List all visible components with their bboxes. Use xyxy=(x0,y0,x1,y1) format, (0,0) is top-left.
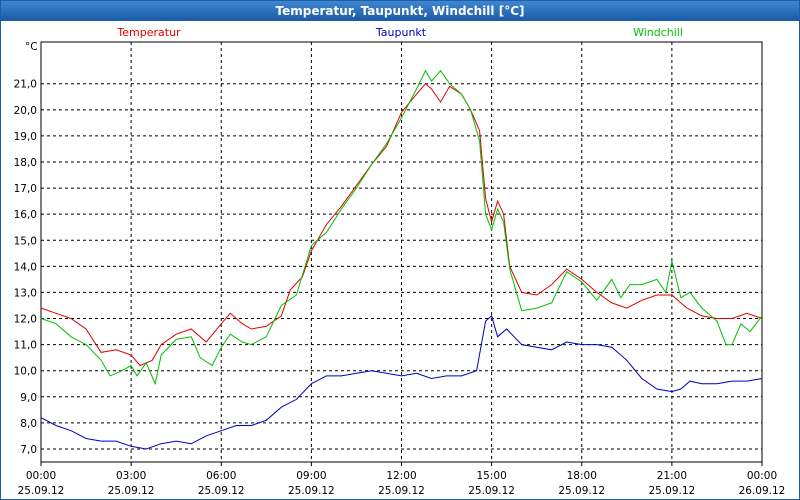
y-tick-label: 16,0 xyxy=(14,209,37,221)
x-tick-date: 25.09.12 xyxy=(108,485,155,497)
window-title: Temperatur, Taupunkt, Windchill [°C] xyxy=(1,1,799,21)
x-tick-date: 25.09.12 xyxy=(468,485,515,497)
y-tick-label: 8,0 xyxy=(20,418,37,430)
x-tick-time: 00:00 xyxy=(26,470,56,482)
x-tick-time: 15:00 xyxy=(476,470,506,482)
y-tick-label: 14,0 xyxy=(14,261,37,273)
y-tick-label: 9,0 xyxy=(20,392,37,404)
line-chart: °C 7,0 8,0 9,0 10,0 11,0 12,0 13,0 14,0 15,0 16,0… xyxy=(14,26,786,497)
legend: Temperatur Taupunkt Windchill xyxy=(116,26,683,39)
legend-taupunkt: Taupunkt xyxy=(375,26,427,39)
y-tick-label: 13,0 xyxy=(14,287,37,299)
x-tick-time: 21:00 xyxy=(657,470,687,482)
y-tick-label: 10,0 xyxy=(14,366,37,378)
x-tick-time: 18:00 xyxy=(567,470,597,482)
y-tick-label: 18,0 xyxy=(14,157,37,169)
x-tick-time: 09:00 xyxy=(296,470,326,482)
x-tick-date: 26.09.12 xyxy=(739,485,786,497)
y-tick-label: 17,0 xyxy=(14,183,37,195)
legend-temperatur: Temperatur xyxy=(116,26,181,39)
x-tick-date: 25.09.12 xyxy=(288,485,335,497)
x-tick-date: 25.09.12 xyxy=(18,485,65,497)
y-tick-label: 20,0 xyxy=(14,105,37,117)
y-tick-labels: 7,0 8,0 9,0 10,0 11,0 12,0 13,0 14,0 15,0 16,0 17,… xyxy=(14,79,37,456)
y-tick-label: 15,0 xyxy=(14,235,37,247)
x-tick-time: 06:00 xyxy=(206,470,236,482)
y-tick-label: 21,0 xyxy=(14,79,37,91)
legend-windchill: Windchill xyxy=(633,26,683,39)
y-tick-label: 19,0 xyxy=(14,131,37,143)
x-tick-time: 03:00 xyxy=(116,470,146,482)
y-tick-label: 11,0 xyxy=(14,340,37,352)
chart-window: Temperatur, Taupunkt, Windchill [°C] °C … xyxy=(0,0,800,500)
y-axis-label: °C xyxy=(25,41,38,53)
y-tick-label: 7,0 xyxy=(20,444,37,456)
x-tick-date: 25.09.12 xyxy=(648,485,695,497)
x-tick-time: 00:00 xyxy=(747,470,777,482)
x-tick-date: 25.09.12 xyxy=(198,485,245,497)
x-tick-date: 25.09.12 xyxy=(378,485,425,497)
x-tick-time: 12:00 xyxy=(386,470,416,482)
x-tick-date: 25.09.12 xyxy=(558,485,605,497)
x-tick-labels: 00:00 25.09.12 03:00 25.09.12 06:00 25.09.12 0… xyxy=(18,470,786,497)
y-tick-label: 12,0 xyxy=(14,314,37,326)
